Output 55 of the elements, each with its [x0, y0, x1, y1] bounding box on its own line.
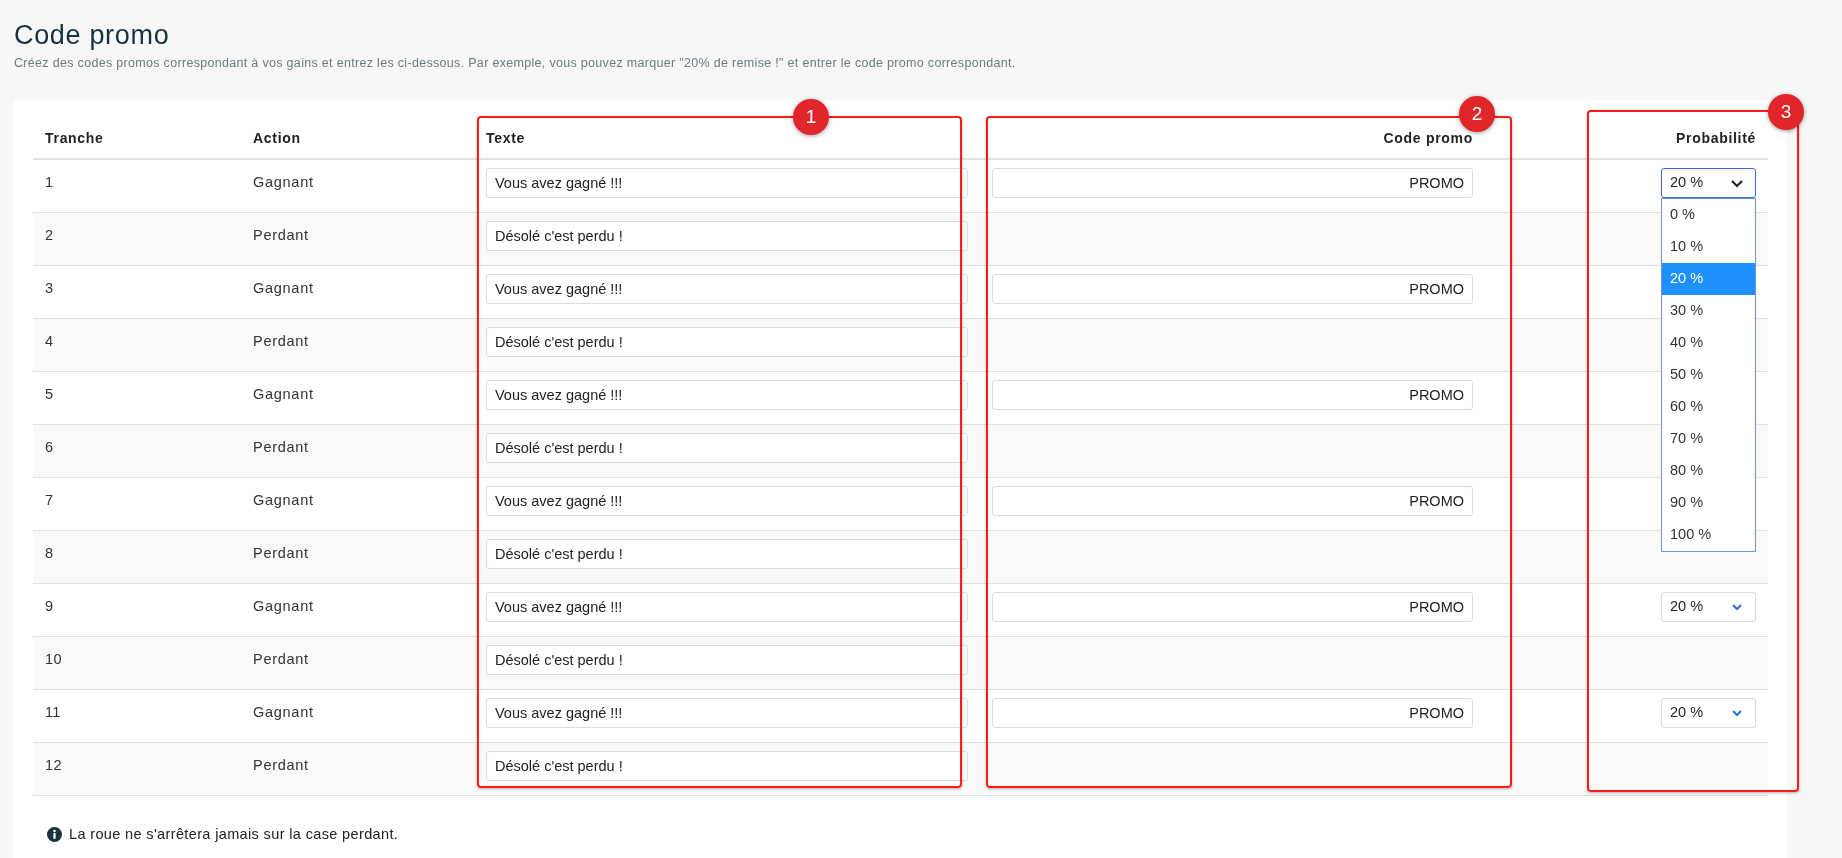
- table-cell: Gagnant: [253, 280, 314, 296]
- table-cell: 6: [45, 439, 54, 455]
- table-cell: 12: [45, 757, 62, 773]
- promo-code-field[interactable]: PROMO: [992, 168, 1473, 198]
- text-input-field[interactable]: Vous avez gagné !!!: [486, 592, 968, 622]
- column-header: Probabilité: [1675, 129, 1756, 146]
- promo-code-field[interactable]: PROMO: [992, 380, 1473, 410]
- probability-select[interactable]: 20 %: [1661, 698, 1756, 728]
- table-cell: 3: [45, 280, 54, 296]
- table-cell: 9: [45, 598, 54, 614]
- text-input-field[interactable]: Désolé c'est perdu !: [486, 751, 968, 781]
- column-header: Action: [253, 129, 301, 146]
- table-cell: Perdant: [253, 651, 309, 667]
- page-subtitle: Créez des codes promos correspondant à vos gains et entrez les ci-dessous. Par exemple, vous pouvez marquer "20% de remise !" et entrer le code promo correspondant.: [14, 55, 1016, 72]
- promo-code-field[interactable]: PROMO: [992, 486, 1473, 516]
- table-cell: Perdant: [253, 439, 309, 455]
- text-input-field[interactable]: Vous avez gagné !!!: [486, 274, 968, 304]
- text-input-field[interactable]: Désolé c'est perdu !: [486, 645, 968, 675]
- table-cell: Gagnant: [253, 386, 314, 402]
- text-input-field[interactable]: Désolé c'est perdu !: [486, 539, 968, 569]
- table-cell: 1: [45, 174, 54, 190]
- table-cell: Perdant: [253, 545, 309, 561]
- table-cell: 5: [45, 386, 54, 402]
- table-cell: Perdant: [253, 227, 309, 243]
- promo-code-field[interactable]: PROMO: [992, 698, 1473, 728]
- promo-code-field[interactable]: PROMO: [992, 592, 1473, 622]
- table-cell: Gagnant: [253, 492, 314, 508]
- number-badge: 3: [1768, 94, 1804, 130]
- promo-code-field[interactable]: PROMO: [992, 274, 1473, 304]
- text-input-field[interactable]: Désolé c'est perdu !: [486, 433, 968, 463]
- text-input-field[interactable]: Désolé c'est perdu !: [486, 221, 968, 251]
- table-cell: 2: [45, 227, 54, 243]
- text-input-field[interactable]: Vous avez gagné !!!: [486, 168, 968, 198]
- table-cell: Gagnant: [253, 174, 314, 190]
- text-input-field[interactable]: Vous avez gagné !!!: [486, 380, 968, 410]
- info-icon: [47, 827, 62, 843]
- text-input-field[interactable]: Vous avez gagné !!!: [486, 486, 968, 516]
- table-cell: 4: [45, 333, 54, 349]
- table-cell: Gagnant: [253, 598, 314, 614]
- table-cell: 11: [45, 704, 61, 720]
- info-note: La roue ne s'arrêtera jamais sur la case perdant.: [69, 825, 399, 844]
- probability-select[interactable]: 20 %: [1661, 592, 1756, 622]
- table-cell: Perdant: [253, 757, 309, 773]
- column-header: Texte: [486, 129, 526, 146]
- text-input-field[interactable]: Désolé c'est perdu !: [486, 327, 968, 357]
- table-cell: 7: [45, 492, 54, 508]
- table-cell: Perdant: [253, 333, 309, 349]
- column-header: Tranche: [45, 129, 104, 146]
- probability-select[interactable]: 20 %: [1661, 168, 1756, 198]
- table-cell: Gagnant: [253, 704, 314, 720]
- page-title: Code promo: [14, 19, 170, 52]
- table-cell: 10: [45, 651, 62, 667]
- text-input-field[interactable]: Vous avez gagné !!!: [486, 698, 968, 728]
- column-header: Code promo: [1383, 129, 1473, 146]
- table-cell: 8: [45, 545, 54, 561]
